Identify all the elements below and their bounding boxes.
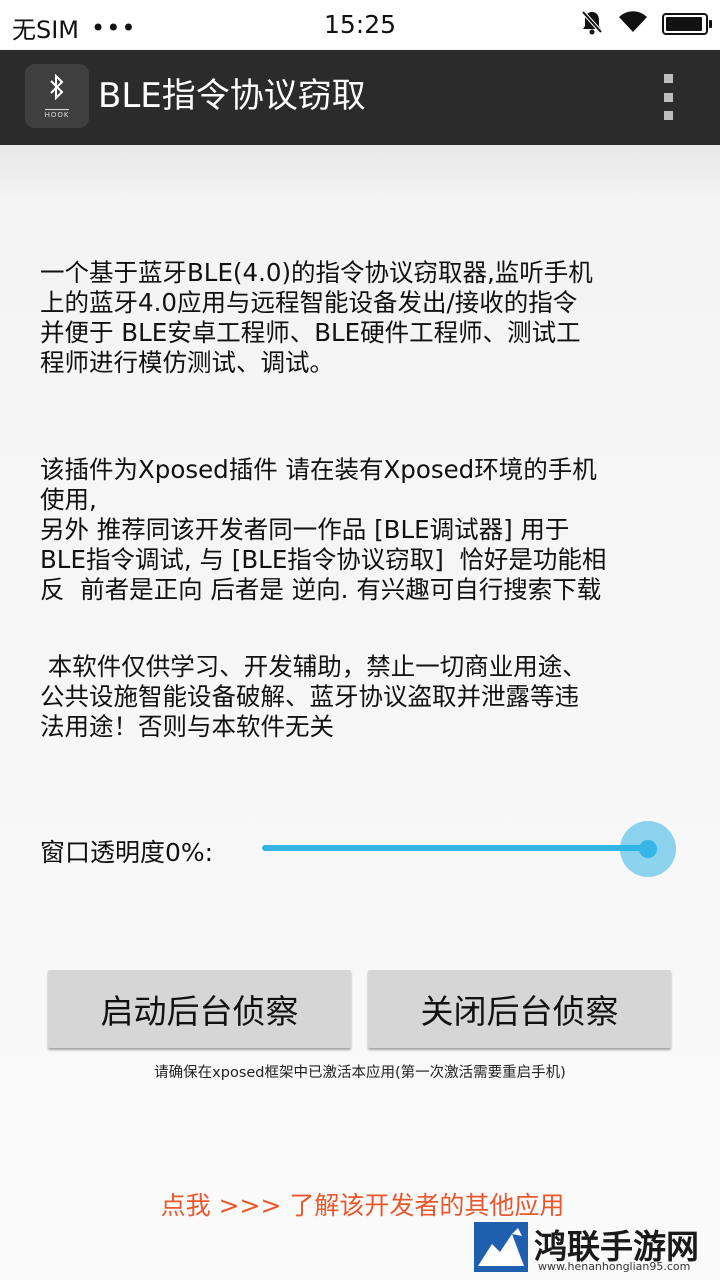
app-title: BLE指令协议窃取 <box>98 76 366 116</box>
opacity-slider-thumb[interactable] <box>639 840 657 858</box>
watermark-logo-icon <box>474 1222 528 1272</box>
app-icon: HOOK <box>25 64 89 128</box>
activation-hint: 请确保在xposed框架中已激活本应用(第一次激活需要重启手机) <box>154 1065 566 1081</box>
opacity-slider-track[interactable] <box>262 845 648 851</box>
opacity-label: 窗口透明度0%: <box>40 838 214 867</box>
status-bar: 无SIM ••• 15:25 <box>0 0 720 50</box>
xposed-paragraph: 该插件为Xposed插件 请在装有Xposed环境的手机 使用, 另外 推荐同该… <box>40 455 607 604</box>
watermark: 鸿联手游网 www.henanhonglian95.com <box>472 1220 712 1276</box>
stop-monitor-button[interactable]: 关闭后台侦察 <box>368 970 671 1048</box>
app-bar: HOOK BLE指令协议窃取 <box>0 50 720 145</box>
description-paragraph: 一个基于蓝牙BLE(4.0)的指令协议窃取器,监听手机 上的蓝牙4.0应用与远程… <box>40 258 593 377</box>
mute-bell-icon <box>580 9 604 39</box>
status-bar-right <box>580 9 712 39</box>
bluetooth-icon <box>48 73 66 105</box>
battery-icon <box>662 13 712 35</box>
wifi-icon <box>618 10 648 38</box>
overflow-menu-icon[interactable] <box>662 74 674 120</box>
start-monitor-button[interactable]: 启动后台侦察 <box>48 970 351 1048</box>
developer-apps-link[interactable]: 点我 >>> 了解该开发者的其他应用 <box>0 1186 720 1222</box>
battery-level-fill <box>666 17 702 31</box>
app-icon-label: HOOK <box>44 108 70 119</box>
watermark-url: www.henanhonglian95.com <box>538 1260 691 1273</box>
disclaimer-paragraph: 本软件仅供学习、开发辅助，禁止一切商业用途、 公共设施智能设备破解、蓝牙协议盗取… <box>40 652 587 741</box>
